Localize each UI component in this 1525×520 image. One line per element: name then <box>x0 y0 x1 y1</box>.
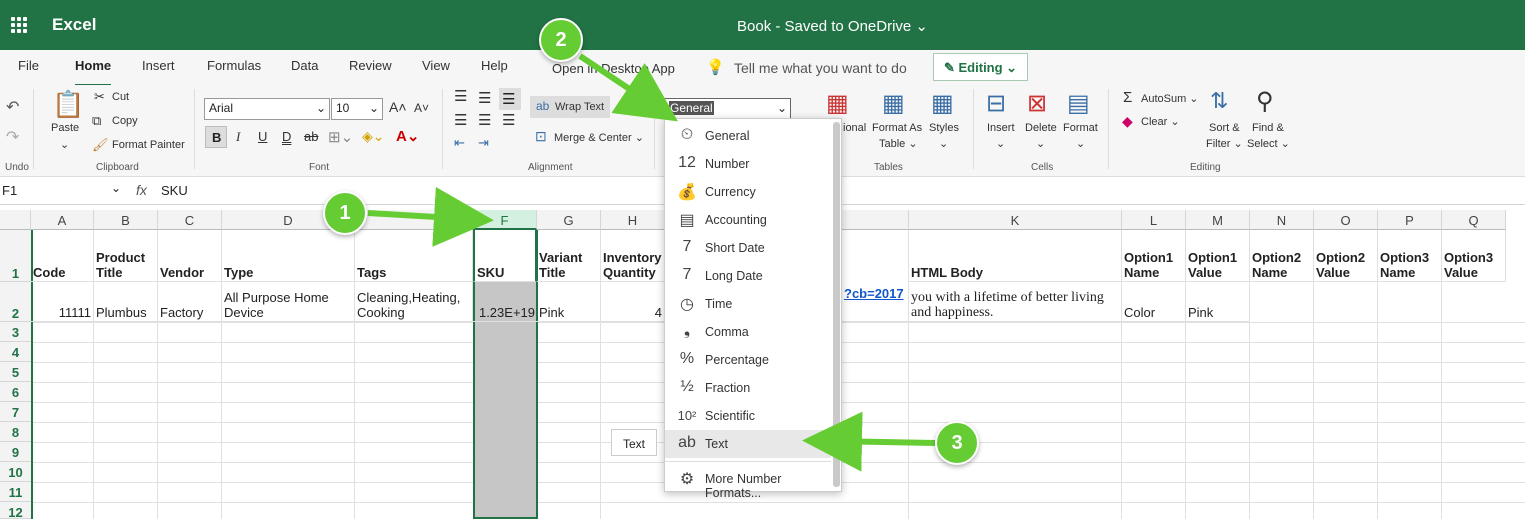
arrow-3 <box>802 411 936 472</box>
callout-3: 3 <box>935 421 979 465</box>
callout-2: 2 <box>539 18 583 62</box>
annotation-arrows <box>367 53 936 472</box>
callout-1: 1 <box>323 191 367 235</box>
arrow-2 <box>578 53 678 122</box>
arrow-1 <box>367 186 494 247</box>
